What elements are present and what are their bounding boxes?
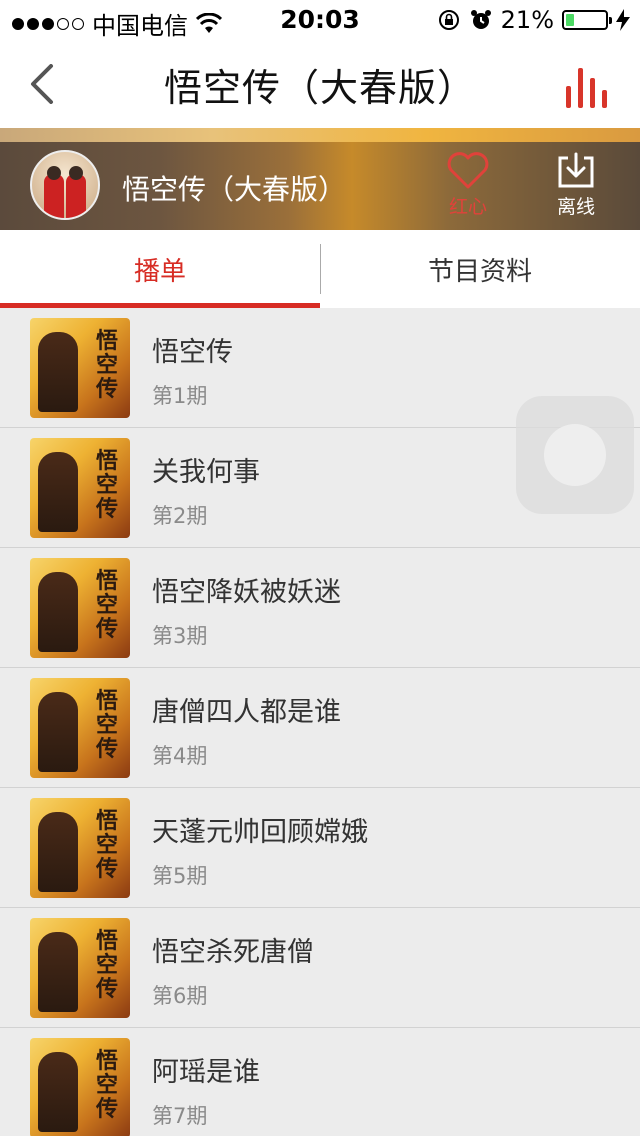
banner-glow: [0, 128, 640, 142]
thumbnail-calligraphy: 悟空传: [95, 1049, 118, 1122]
avatar-figure: [44, 174, 64, 218]
episode-title: 阿瑶是谁: [152, 1057, 260, 1088]
thumbnail-calligraphy: 悟空传: [95, 329, 118, 402]
episode-number: 第6期: [152, 984, 208, 1008]
equalizer-bar-icon: [590, 78, 595, 108]
thumbnail-figure: [38, 692, 78, 772]
thumbnail-figure: [38, 932, 78, 1012]
episode-thumbnail: 悟空传: [30, 798, 130, 898]
thumbnail-calligraphy: 悟空传: [95, 929, 118, 1002]
episode-thumbnail: 悟空传: [30, 438, 130, 538]
episode-title: 悟空杀死唐僧: [152, 937, 314, 968]
avatar-head: [47, 166, 61, 180]
tab-label: 节目资料: [427, 256, 532, 287]
thumbnail-figure: [38, 452, 78, 532]
offline-label: 离线: [556, 196, 595, 218]
episode-title: 唐僧四人都是谁: [152, 697, 341, 728]
list-item[interactable]: 悟空传 唐僧四人都是谁第4期: [0, 668, 640, 788]
episode-number: 第5期: [152, 864, 208, 888]
thumbnail-figure: [38, 1052, 78, 1132]
list-item[interactable]: 悟空传 悟空降妖被妖迷第3期: [0, 548, 640, 668]
page-title: 悟空传（大春版）: [163, 65, 476, 110]
episode-title: 关我何事: [152, 457, 260, 488]
episode-thumbnail: 悟空传: [30, 678, 130, 778]
battery-icon: [562, 10, 612, 30]
episode-title: 天蓬元帅回顾嫦娥: [152, 817, 368, 848]
list-item[interactable]: 悟空传 阿瑶是谁第7期: [0, 1028, 640, 1136]
tab-program-info[interactable]: 节目资料: [320, 230, 640, 308]
download-icon: [558, 152, 594, 188]
episode-title: 悟空降妖被妖迷: [152, 577, 341, 608]
episode-number: 第2期: [152, 504, 208, 528]
thumbnail-calligraphy: 悟空传: [95, 569, 118, 642]
thumbnail-figure: [38, 812, 78, 892]
thumbnail-figure: [38, 572, 78, 652]
episode-title: 悟空传: [152, 337, 233, 368]
back-button[interactable]: [20, 62, 64, 106]
equalizer-bar-icon: [578, 68, 583, 108]
equalizer-bar-icon: [566, 86, 571, 108]
episode-thumbnail: 悟空传: [30, 558, 130, 658]
chevron-left-icon: [31, 64, 53, 104]
heart-icon: [447, 152, 489, 189]
status-bar-right: 21%: [437, 6, 630, 34]
assistive-touch-ring: [544, 424, 606, 486]
list-item[interactable]: 悟空传 悟空杀死唐僧第6期: [0, 908, 640, 1028]
avatar: [30, 150, 100, 220]
thumbnail-figure: [38, 332, 78, 412]
list-item[interactable]: 悟空传 天蓬元帅回顾嫦娥第5期: [0, 788, 640, 908]
episode-number: 第3期: [152, 624, 208, 648]
alarm-icon: [470, 10, 491, 29]
episode-thumbnail: 悟空传: [30, 1038, 130, 1136]
navigation-bar: 悟空传（大春版）: [0, 40, 640, 128]
program-header: 悟空传（大春版） 红心 离线: [0, 128, 640, 230]
tab-divider: [320, 244, 321, 294]
charging-bolt-icon: [616, 9, 630, 31]
tab-label: 播单: [133, 256, 186, 287]
episode-thumbnail: 悟空传: [30, 918, 130, 1018]
assistive-touch-button[interactable]: [516, 396, 634, 514]
episode-number: 第7期: [152, 1104, 208, 1128]
thumbnail-calligraphy: 悟空传: [95, 689, 118, 762]
like-button[interactable]: 红心: [438, 152, 498, 222]
battery-percent: 21%: [500, 6, 554, 34]
thumbnail-calligraphy: 悟空传: [95, 449, 118, 522]
episode-thumbnail: 悟空传: [30, 318, 130, 418]
now-playing-button[interactable]: [566, 60, 614, 108]
offline-download-button[interactable]: 离线: [546, 152, 606, 222]
tab-bar: 播单 节目资料: [0, 230, 640, 308]
avatar-head: [69, 166, 83, 180]
battery-fill: [566, 14, 574, 26]
equalizer-bar-icon: [602, 90, 607, 108]
orientation-lock-icon: [438, 10, 459, 30]
thumbnail-calligraphy: 悟空传: [95, 809, 118, 882]
episode-number: 第1期: [152, 384, 208, 408]
status-bar: 中国电信 20:03 21%: [0, 0, 640, 40]
episode-number: 第4期: [152, 744, 208, 768]
avatar-figure: [66, 174, 86, 218]
program-title: 悟空传（大春版）: [122, 173, 347, 206]
tab-playlist[interactable]: 播单: [0, 230, 320, 308]
like-label: 红心: [448, 196, 487, 218]
